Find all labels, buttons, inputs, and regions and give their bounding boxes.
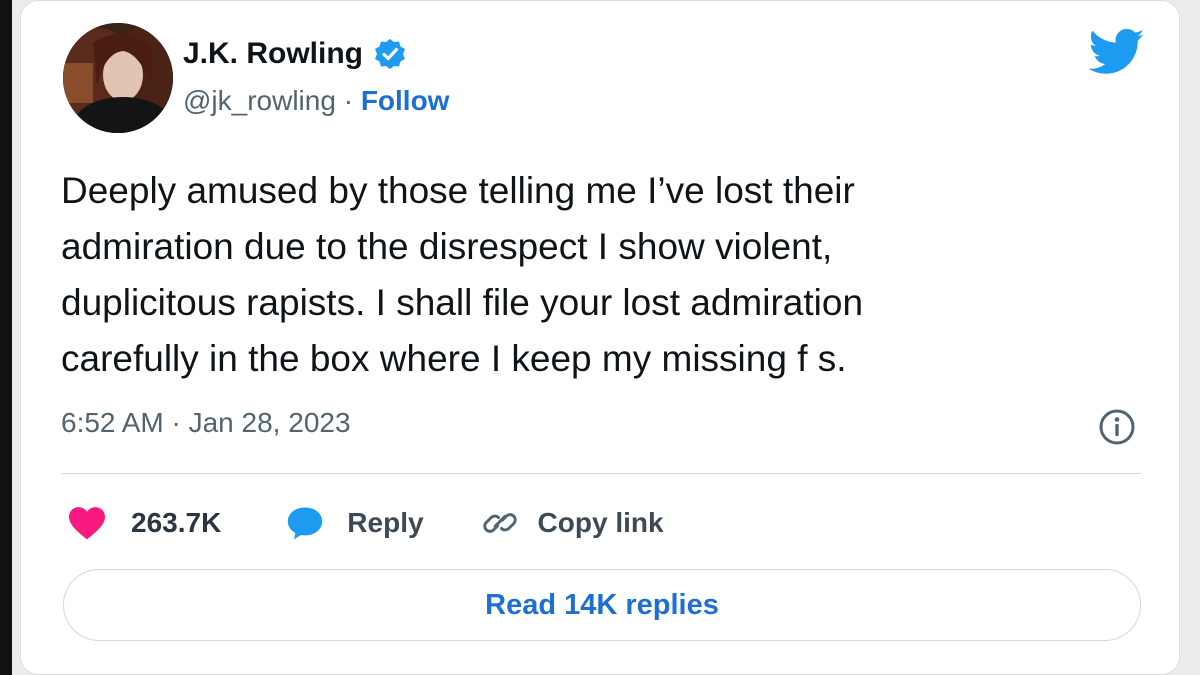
heart-icon [67, 505, 107, 541]
avatar-photo [63, 23, 173, 133]
tweet-card: J.K. Rowling @jk_rowling · Follow Deeply… [20, 0, 1180, 675]
author-name[interactable]: J.K. Rowling [183, 37, 363, 71]
copy-link-button[interactable]: Copy link [480, 505, 664, 541]
reply-bubble-icon [285, 505, 325, 541]
like-count: 263.7K [131, 507, 222, 538]
window-edge [0, 0, 12, 675]
tweet-timestamp[interactable]: 6:52 AM · Jan 28, 2023 [61, 407, 351, 439]
copy-link-label: Copy link [537, 507, 664, 538]
reply-label: Reply [347, 507, 424, 538]
handle-row: @jk_rowling · Follow [183, 85, 449, 117]
tweet-text: Deeply amused by those telling me I’ve l… [61, 170, 864, 379]
action-bar: 263.7K Reply Copy link [67, 501, 664, 545]
divider [61, 473, 1141, 474]
handle-separator: · [335, 85, 361, 116]
display-name[interactable]: J.K. Rowling [183, 37, 407, 71]
reply-button[interactable]: Reply [285, 505, 424, 541]
avatar[interactable] [63, 23, 173, 133]
like-button[interactable]: 263.7K [67, 505, 221, 541]
follow-link[interactable]: Follow [361, 85, 450, 116]
link-icon [480, 505, 520, 541]
verified-badge-icon [373, 37, 407, 71]
read-replies-button[interactable]: Read 14K replies [63, 569, 1141, 641]
info-icon[interactable] [1097, 407, 1137, 447]
author-handle[interactable]: @jk_rowling [183, 85, 336, 116]
twitter-bird-icon[interactable] [1088, 27, 1145, 77]
